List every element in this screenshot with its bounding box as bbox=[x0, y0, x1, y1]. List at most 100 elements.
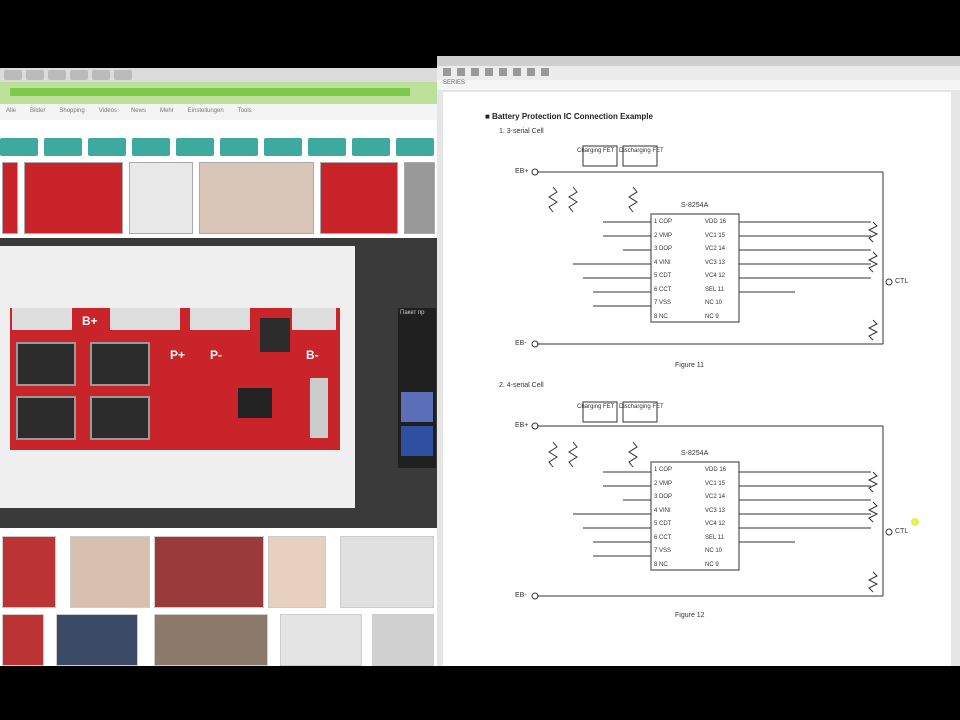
discharging-fet-label: Discharging FET bbox=[619, 404, 664, 410]
related-chip[interactable] bbox=[308, 138, 346, 156]
charging-fet-label: Charging FET bbox=[577, 148, 615, 154]
image-thumbnail[interactable] bbox=[319, 162, 398, 234]
related-image[interactable] bbox=[401, 426, 433, 456]
related-chip[interactable] bbox=[352, 138, 390, 156]
protection-ic-chip bbox=[238, 388, 272, 418]
pin-label: 7 VSS bbox=[654, 300, 672, 306]
nav-item-news[interactable]: News bbox=[131, 108, 146, 116]
pin-label: 6 CCT bbox=[654, 534, 672, 541]
discharging-fet-label: Discharging FET bbox=[619, 148, 664, 154]
toolbar-icon[interactable] bbox=[499, 68, 507, 76]
toolbar-icon[interactable] bbox=[471, 68, 479, 76]
mosfet-chip bbox=[16, 396, 76, 440]
resistor bbox=[867, 251, 879, 273]
address-highlight bbox=[10, 88, 410, 96]
terminal-ctl bbox=[885, 278, 893, 286]
image-thumbnail[interactable] bbox=[2, 614, 44, 666]
image-thumbnail[interactable] bbox=[128, 162, 194, 234]
pin-label: VC3 13 bbox=[705, 259, 726, 266]
image-thumbnail[interactable] bbox=[268, 536, 326, 608]
mosfet-chip bbox=[16, 342, 76, 386]
pin-label: 5 CDT bbox=[654, 521, 672, 527]
toolbar-icon[interactable] bbox=[541, 68, 549, 76]
browser-tab[interactable] bbox=[92, 70, 110, 80]
related-chip[interactable] bbox=[176, 138, 214, 156]
ctl-label-2: CTL bbox=[895, 528, 909, 535]
figure-caption-2: Figure 12 bbox=[675, 612, 705, 619]
nav-item-settings[interactable]: Einstellungen bbox=[188, 108, 224, 116]
pin-label: 6 CCT bbox=[654, 286, 672, 293]
browser-tab[interactable] bbox=[26, 70, 44, 80]
browser-tab[interactable] bbox=[48, 70, 66, 80]
search-nav: Alle Bilder Shopping Videos News Mehr Ei… bbox=[0, 104, 437, 120]
browser-tab-bar bbox=[0, 68, 437, 82]
image-thumbnail[interactable] bbox=[154, 614, 268, 666]
resistor bbox=[867, 319, 879, 341]
related-chip[interactable] bbox=[132, 138, 170, 156]
image-thumbnail[interactable] bbox=[199, 162, 314, 234]
nav-item-videos[interactable]: Videos bbox=[99, 108, 117, 116]
browser-image-search: Alle Bilder Shopping Videos News Mehr Ei… bbox=[0, 68, 437, 666]
browser-tab[interactable] bbox=[70, 70, 88, 80]
pin-label: VC2 14 bbox=[705, 494, 726, 500]
related-chip[interactable] bbox=[88, 138, 126, 156]
browser-tab[interactable] bbox=[4, 70, 22, 80]
solder-pad bbox=[12, 308, 72, 330]
image-thumbnail[interactable] bbox=[56, 614, 138, 666]
pin-label: VDD 16 bbox=[705, 219, 727, 225]
browser-tab[interactable] bbox=[114, 70, 132, 80]
pdf-viewer-window: SERIES ■ Battery Protection IC Connectio… bbox=[437, 56, 960, 666]
related-chip[interactable] bbox=[396, 138, 434, 156]
image-thumbnail[interactable] bbox=[2, 162, 18, 234]
pin-label: VC2 14 bbox=[705, 246, 726, 252]
image-thumbnail[interactable] bbox=[403, 162, 435, 234]
schematic-diagram bbox=[531, 145, 919, 600]
pin-label: 2 VMP bbox=[654, 232, 673, 239]
toolbar-icon[interactable] bbox=[513, 68, 521, 76]
pin-label: NC 9 bbox=[705, 561, 719, 568]
nav-item-more[interactable]: Mehr bbox=[160, 108, 174, 116]
pin-label: VC4 12 bbox=[705, 273, 726, 279]
image-results-grid bbox=[0, 528, 437, 666]
image-thumbnail[interactable] bbox=[372, 614, 434, 666]
preview-image[interactable]: B+ P+ P- B- bbox=[0, 246, 355, 508]
toolbar-icon[interactable] bbox=[457, 68, 465, 76]
sot-component bbox=[260, 318, 290, 352]
resistor bbox=[867, 571, 879, 593]
image-preview-panel: B+ P+ P- B- Пакет пр bbox=[0, 238, 437, 528]
pin-label: 4 VINI bbox=[654, 259, 671, 266]
resistor bbox=[568, 186, 578, 213]
preview-side-panel: Пакет пр bbox=[398, 308, 436, 468]
resistor bbox=[628, 441, 638, 468]
image-thumbnail[interactable] bbox=[23, 162, 123, 234]
address-bar[interactable] bbox=[0, 82, 437, 104]
pin-label: 3 DOP bbox=[654, 494, 673, 500]
image-thumbnail[interactable] bbox=[280, 614, 362, 666]
solder-pad bbox=[292, 308, 336, 330]
toolbar-icon[interactable] bbox=[485, 68, 493, 76]
toolbar-icon[interactable] bbox=[443, 68, 451, 76]
nav-item-tools[interactable]: Tools bbox=[238, 108, 252, 116]
toolbar-icon[interactable] bbox=[527, 68, 535, 76]
pin-label: 8 NC bbox=[654, 313, 668, 320]
nav-item-shopping[interactable]: Shopping bbox=[59, 108, 84, 116]
page-label: SERIES bbox=[437, 80, 960, 90]
image-thumbnail[interactable] bbox=[2, 536, 56, 608]
ic-pins-left-1: 1 COP 2 VMP 3 DOP 4 VINI 5 CDT 6 CCT 7 V… bbox=[654, 216, 672, 324]
mouse-cursor-highlight bbox=[911, 518, 919, 526]
nav-item-all[interactable]: Alle bbox=[6, 108, 16, 116]
resistor bbox=[548, 441, 558, 468]
ebminus-label-1: EB- bbox=[515, 340, 527, 347]
ic-pins-right-2: VDD 16 VC1 15 VC2 14 VC3 13 VC4 12 SEL 1… bbox=[705, 464, 726, 572]
related-chip[interactable] bbox=[264, 138, 302, 156]
image-thumbnail[interactable] bbox=[154, 536, 264, 608]
related-chip[interactable] bbox=[44, 138, 82, 156]
viewer-toolbar bbox=[437, 66, 960, 80]
related-chip[interactable] bbox=[0, 138, 38, 156]
image-thumbnail[interactable] bbox=[340, 536, 434, 608]
related-chip[interactable] bbox=[220, 138, 258, 156]
nav-item-images[interactable]: Bilder bbox=[30, 108, 45, 116]
mosfet-chip bbox=[90, 396, 150, 440]
related-image[interactable] bbox=[401, 392, 433, 422]
image-thumbnail[interactable] bbox=[70, 536, 150, 608]
